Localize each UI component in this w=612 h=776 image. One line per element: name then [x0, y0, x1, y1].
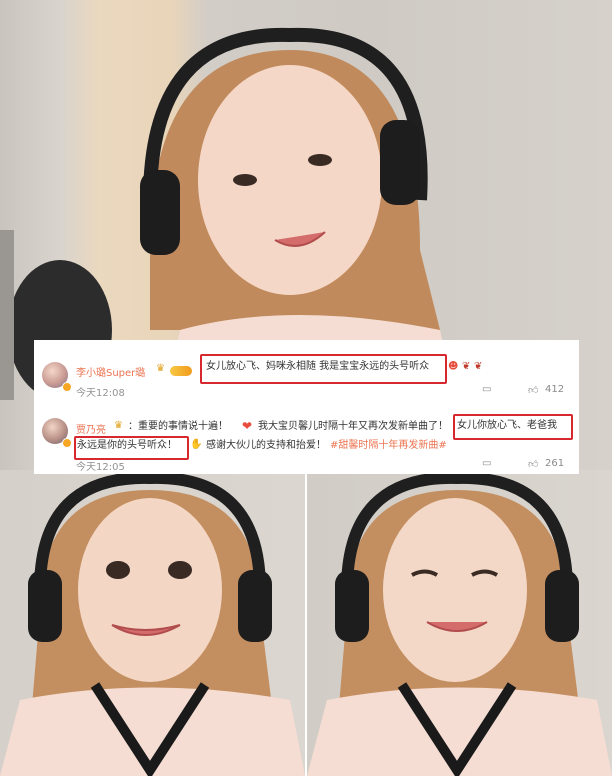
- comment-text: ：重要的事情说十遍！: [128, 421, 228, 432]
- comment-time: 今天12:05: [76, 462, 125, 473]
- comment-item: 李小璐Super璐 ♛ 女儿放心飞、妈咪永相随 我是宝宝永远的头号听众 ☻ ❦ …: [34, 340, 579, 404]
- headphone-right-cup: [380, 120, 420, 205]
- emoji-icon: ☻: [448, 361, 459, 372]
- crown-icon: ♛: [114, 420, 123, 431]
- face: [198, 65, 382, 295]
- eye-right: [308, 154, 332, 166]
- eye-right: [168, 561, 192, 579]
- eye-left: [233, 174, 257, 186]
- comment-username[interactable]: 李小璐Super璐: [76, 364, 145, 379]
- photo-bottom-left: [0, 470, 305, 776]
- comment-text: 永远是你的头号听众！: [77, 440, 177, 451]
- eye-left: [106, 561, 130, 579]
- clap-icon: ✋: [190, 439, 203, 450]
- emoji-icon: ❦: [474, 361, 483, 372]
- headphone-left-cup: [335, 570, 369, 642]
- heart-icon: ❤: [242, 419, 253, 433]
- thumbs-up-icon[interactable]: 👍︎: [528, 458, 538, 470]
- headphone-left-cup: [140, 170, 180, 255]
- comment-text: 感谢大伙儿的支持和抬爱！: [206, 440, 326, 451]
- mic-stand: [0, 230, 14, 400]
- comment-icon[interactable]: ▭: [482, 384, 491, 395]
- headphone-right-cup: [238, 570, 272, 642]
- comment-time: 今天12:08: [76, 388, 125, 399]
- face: [78, 498, 222, 682]
- photo-bottom-left-illustration: [0, 471, 305, 776]
- like-count: 412: [545, 384, 565, 395]
- comment-text: 女儿放心飞、妈咪永相随 我是宝宝永远的头号听众: [206, 361, 430, 372]
- emoji-icon: ❦: [462, 361, 471, 372]
- headphone-left-cup: [28, 570, 62, 642]
- comment-item: 贾乃亮 ♛ ：重要的事情说十遍！ ❤ 我大宝贝馨儿时隔十年又再次发新单曲了！ 女…: [34, 404, 579, 474]
- photo-bottom-right-illustration: [307, 471, 612, 776]
- face: [383, 498, 527, 682]
- vip-badge-icon: [170, 366, 192, 376]
- photo-bottom-right: [307, 470, 612, 776]
- headphone-right-cup: [545, 570, 579, 642]
- like-count: 261: [545, 458, 565, 469]
- verified-badge-icon: [62, 438, 72, 448]
- comment-icon[interactable]: ▭: [482, 458, 491, 469]
- comment-text: 我大宝贝馨儿时隔十年又再次发新单曲了！: [258, 421, 448, 432]
- comment-username[interactable]: 贾乃亮: [76, 421, 106, 436]
- comment-card: 李小璐Super璐 ♛ 女儿放心飞、妈咪永相随 我是宝宝永远的头号听众 ☻ ❦ …: [34, 340, 579, 474]
- verified-badge-icon: [62, 382, 72, 392]
- thumbs-up-icon[interactable]: 👍︎: [528, 384, 538, 396]
- comment-text: 女儿你放心飞、老爸我: [457, 420, 557, 431]
- crown-icon: ♛: [156, 363, 165, 374]
- hashtag-link[interactable]: #甜馨时隔十年再发新曲#: [330, 439, 447, 453]
